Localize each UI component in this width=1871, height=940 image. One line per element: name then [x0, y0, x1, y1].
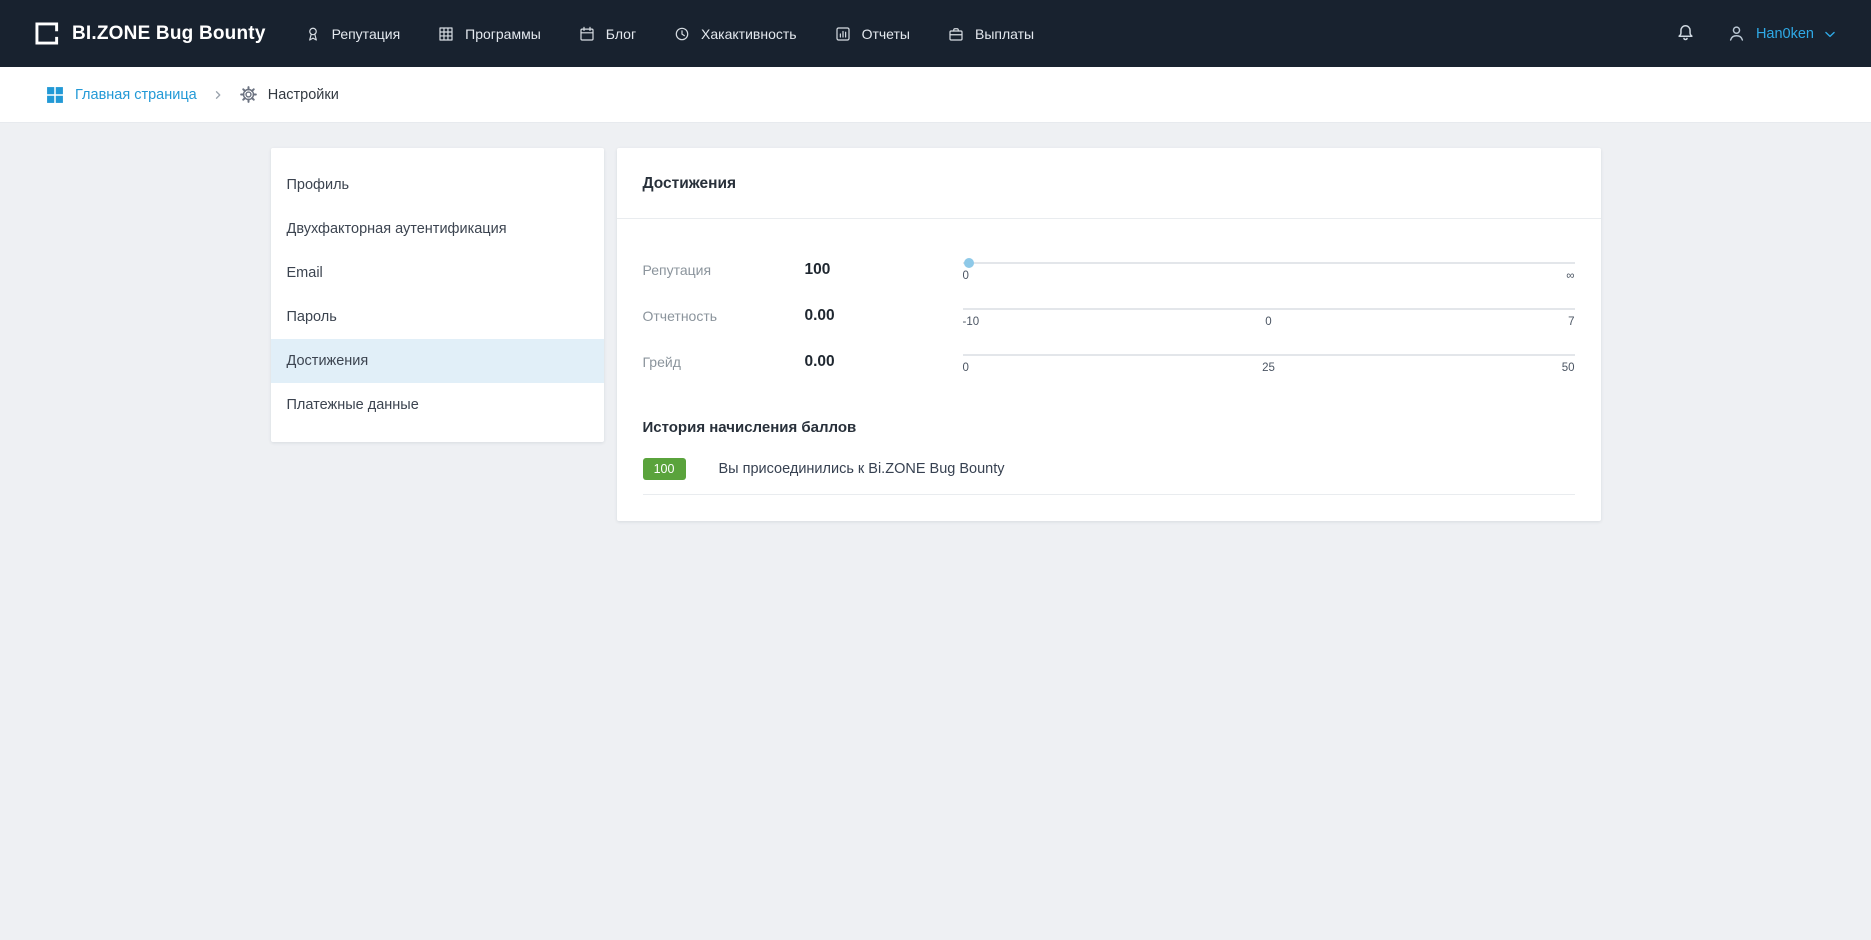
bell-icon — [1675, 23, 1696, 44]
nav-item-programs[interactable]: Программы — [437, 25, 541, 43]
menu-item-payment-details[interactable]: Платежные данные — [271, 383, 604, 427]
metric-value: 0.00 — [805, 353, 963, 371]
user-name: Han0ken — [1756, 26, 1814, 42]
metric-value: 100 — [805, 261, 963, 279]
breadcrumb-separator-icon — [212, 89, 224, 101]
history-row: 100 Вы присоединились к Bi.ZONE Bug Boun… — [643, 458, 1575, 495]
points-badge: 100 — [643, 458, 686, 480]
reporting-gauge: -10 0 7 — [963, 303, 1575, 329]
settings-menu: Профиль Двухфакторная аутентификация Ema… — [271, 148, 604, 442]
nav-item-reports[interactable]: Отчеты — [834, 25, 910, 43]
nav-item-label: Выплаты — [975, 26, 1034, 42]
main-nav: Репутация Программы Блог Хакактивность — [304, 25, 1035, 43]
notifications-button[interactable] — [1675, 23, 1696, 44]
menu-item-email[interactable]: Email — [271, 251, 604, 295]
reputation-gauge: 0 ∞ — [963, 257, 1575, 283]
history-text: Вы присоединились к Bi.ZONE Bug Bounty — [719, 461, 1005, 477]
gauge-ticks: 0 ∞ — [963, 270, 1575, 283]
tick-max: ∞ — [1566, 270, 1574, 282]
history-title: История начисления баллов — [617, 399, 1601, 436]
programs-icon — [437, 25, 455, 43]
payouts-icon — [947, 25, 965, 43]
menu-item-two-factor[interactable]: Двухфакторная аутентификация — [271, 207, 604, 251]
gauge-ticks: -10 0 7 — [963, 316, 1575, 329]
tick-mid: 0 — [1265, 316, 1271, 328]
achievements-panel: Достижения Репутация 100 0 ∞ — [617, 148, 1601, 521]
menu-item-achievements[interactable]: Достижения — [271, 339, 604, 383]
nav-item-reputation[interactable]: Репутация — [304, 25, 401, 43]
menu-item-label: Платежные данные — [287, 397, 419, 413]
nav-item-label: Программы — [465, 26, 541, 42]
breadcrumb-current: Настройки — [239, 85, 339, 104]
gauge-track — [963, 308, 1575, 310]
tick-max: 7 — [1568, 316, 1574, 328]
metric-row-grade: Грейд 0.00 0 25 50 — [643, 349, 1575, 375]
nav-item-label: Хакактивность — [701, 26, 797, 42]
bizone-logo-icon — [33, 20, 60, 47]
blog-icon — [578, 25, 596, 43]
menu-item-label: Двухфакторная аутентификация — [287, 221, 507, 237]
nav-item-blog[interactable]: Блог — [578, 25, 636, 43]
gauge-marker-dot — [964, 258, 974, 268]
nav-item-hacktivity[interactable]: Хакактивность — [673, 25, 797, 43]
metric-row-reporting: Отчетность 0.00 -10 0 7 — [643, 303, 1575, 329]
menu-item-profile[interactable]: Профиль — [271, 163, 604, 207]
navbar-right: Han0ken — [1675, 23, 1837, 44]
gauge-track — [963, 262, 1575, 264]
dashboard-grid-icon — [45, 85, 65, 105]
hacktivity-icon — [673, 25, 691, 43]
menu-item-label: Email — [287, 265, 323, 281]
user-icon — [1726, 23, 1747, 44]
menu-item-label: Достижения — [287, 353, 369, 369]
gear-icon — [239, 85, 258, 104]
tick-mid: 25 — [1262, 362, 1275, 374]
gauge-ticks: 0 25 50 — [963, 362, 1575, 375]
metric-value: 0.00 — [805, 307, 963, 325]
menu-item-password[interactable]: Пароль — [271, 295, 604, 339]
nav-item-payouts[interactable]: Выплаты — [947, 25, 1034, 43]
user-menu[interactable]: Han0ken — [1726, 23, 1837, 44]
nav-item-label: Отчеты — [862, 26, 910, 42]
brand[interactable]: BI.ZONE Bug Bounty — [33, 20, 266, 47]
nav-item-label: Репутация — [332, 26, 401, 42]
metrics-list: Репутация 100 0 ∞ Отчетность 0.00 — [617, 219, 1601, 399]
menu-item-label: Пароль — [287, 309, 337, 325]
main-content: Профиль Двухфакторная аутентификация Ema… — [0, 123, 1871, 521]
reputation-icon — [304, 25, 322, 43]
breadcrumb-home-link[interactable]: Главная страница — [45, 85, 197, 105]
metric-label: Грейд — [643, 354, 805, 370]
gauge-track — [963, 354, 1575, 356]
metric-label: Репутация — [643, 262, 805, 278]
grade-gauge: 0 25 50 — [963, 349, 1575, 375]
breadcrumb-home-label: Главная страница — [75, 87, 197, 103]
tick-max: 50 — [1562, 362, 1575, 374]
reports-icon — [834, 25, 852, 43]
brand-name: BI.ZONE Bug Bounty — [72, 23, 266, 45]
metric-label: Отчетность — [643, 308, 805, 324]
tick-min: 0 — [963, 270, 969, 282]
metric-row-reputation: Репутация 100 0 ∞ — [643, 257, 1575, 283]
top-navbar: BI.ZONE Bug Bounty Репутация Программы Б… — [0, 0, 1871, 67]
tick-min: -10 — [963, 316, 980, 328]
breadcrumb: Главная страница Настройки — [0, 67, 1871, 123]
tick-min: 0 — [963, 362, 969, 374]
panel-title: Достижения — [617, 148, 1601, 219]
chevron-down-icon — [1823, 27, 1837, 41]
breadcrumb-current-label: Настройки — [268, 87, 339, 103]
nav-item-label: Блог — [606, 26, 636, 42]
menu-item-label: Профиль — [287, 177, 350, 193]
